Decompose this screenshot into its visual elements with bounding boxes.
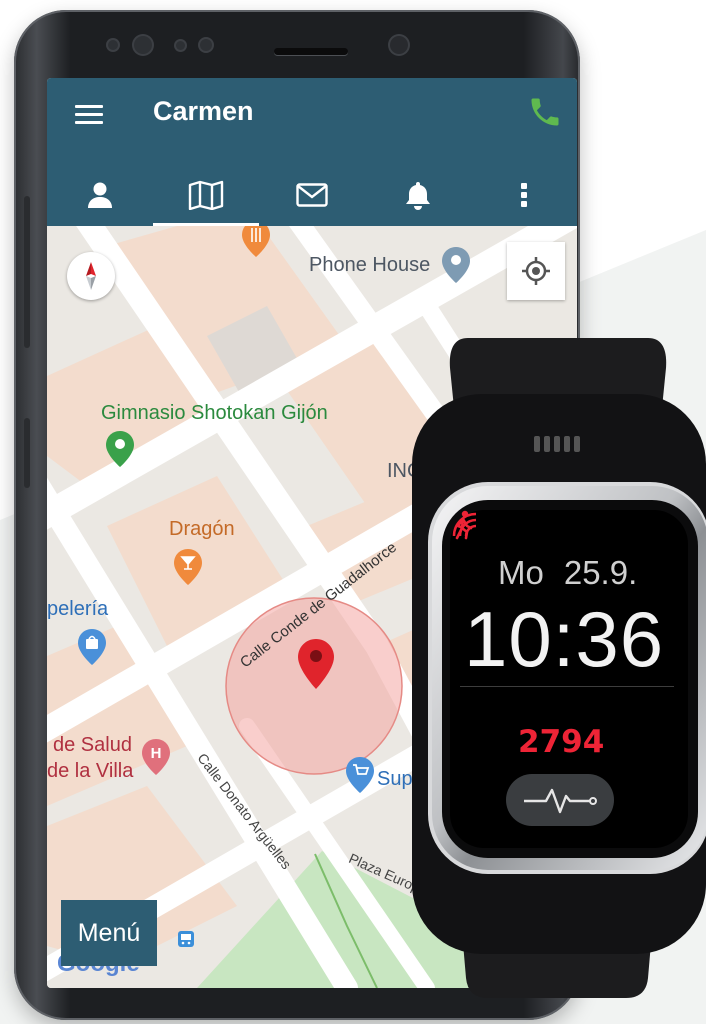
map-icon [188,180,224,210]
hospital-pin-icon[interactable]: H [141,738,171,776]
bell-icon [406,182,430,210]
compass-button[interactable] [67,252,115,300]
app-bar: Carmen [47,78,577,226]
watch-date-value: 25.9. [563,554,638,591]
hamburger-menu-icon[interactable] [75,105,103,125]
crosshair-icon [522,257,550,285]
watch-screen: Mo 25.9. 10:36 2794 [450,510,688,848]
bus-stop-icon[interactable] [177,930,195,948]
menu-button[interactable]: Menú [61,900,157,966]
smartwatch: Mo 25.9. 10:36 2794 [398,338,706,998]
shopping-pin-icon[interactable] [77,628,107,666]
poi-label[interactable]: pelería [47,598,108,621]
tab-map[interactable] [153,164,259,226]
gym-pin-icon[interactable] [105,430,135,468]
earpiece-speaker [274,48,348,55]
poi-label[interactable]: Dragón [169,518,235,541]
poi-label[interactable]: de la Villa [47,760,133,783]
heartbeat-icon [524,788,597,814]
tab-profile[interactable] [47,164,153,226]
poi-label[interactable]: Gimnasio Shotokan Gijón [101,402,328,425]
watch-day: Mo [498,554,544,591]
sensor-dot [108,40,118,50]
front-camera [134,36,152,54]
heart-rate-button[interactable] [506,774,614,826]
tab-alerts[interactable] [365,164,471,226]
tab-messages[interactable] [259,164,365,226]
step-count: 2794 [518,724,605,760]
poi-label[interactable]: Phone House [309,254,430,277]
poi-label[interactable]: de Salud [53,734,132,757]
watch-time: 10:36 [464,595,665,683]
sensor-dot [200,39,212,51]
my-location-button[interactable] [507,242,565,300]
tab-more[interactable] [471,164,577,226]
more-vertical-icon [521,183,527,207]
page-title: Carmen [153,96,254,126]
iris-sensor [390,36,408,54]
walking-person-icon [455,510,473,540]
user-location-pin-icon[interactable] [297,638,335,690]
bar-pin-icon[interactable] [173,548,203,586]
product-showcase: Carmen Calle Conde de Guadalhorce Calle … [0,0,706,1024]
tab-bar [47,164,577,226]
poi-pin-icon[interactable] [441,246,471,284]
phone-call-icon[interactable] [527,94,563,130]
divider [460,686,674,687]
restaurant-pin-icon[interactable] [241,226,271,258]
compass-icon [86,262,96,290]
supermarket-pin-icon[interactable] [345,756,375,794]
sensor-dot [176,41,185,50]
watch-date: Mo 25.9. [498,554,637,592]
power-button [24,418,30,488]
envelope-icon [296,183,328,207]
svg-text:H: H [151,745,162,762]
person-icon [88,182,112,208]
volume-button [24,196,30,348]
